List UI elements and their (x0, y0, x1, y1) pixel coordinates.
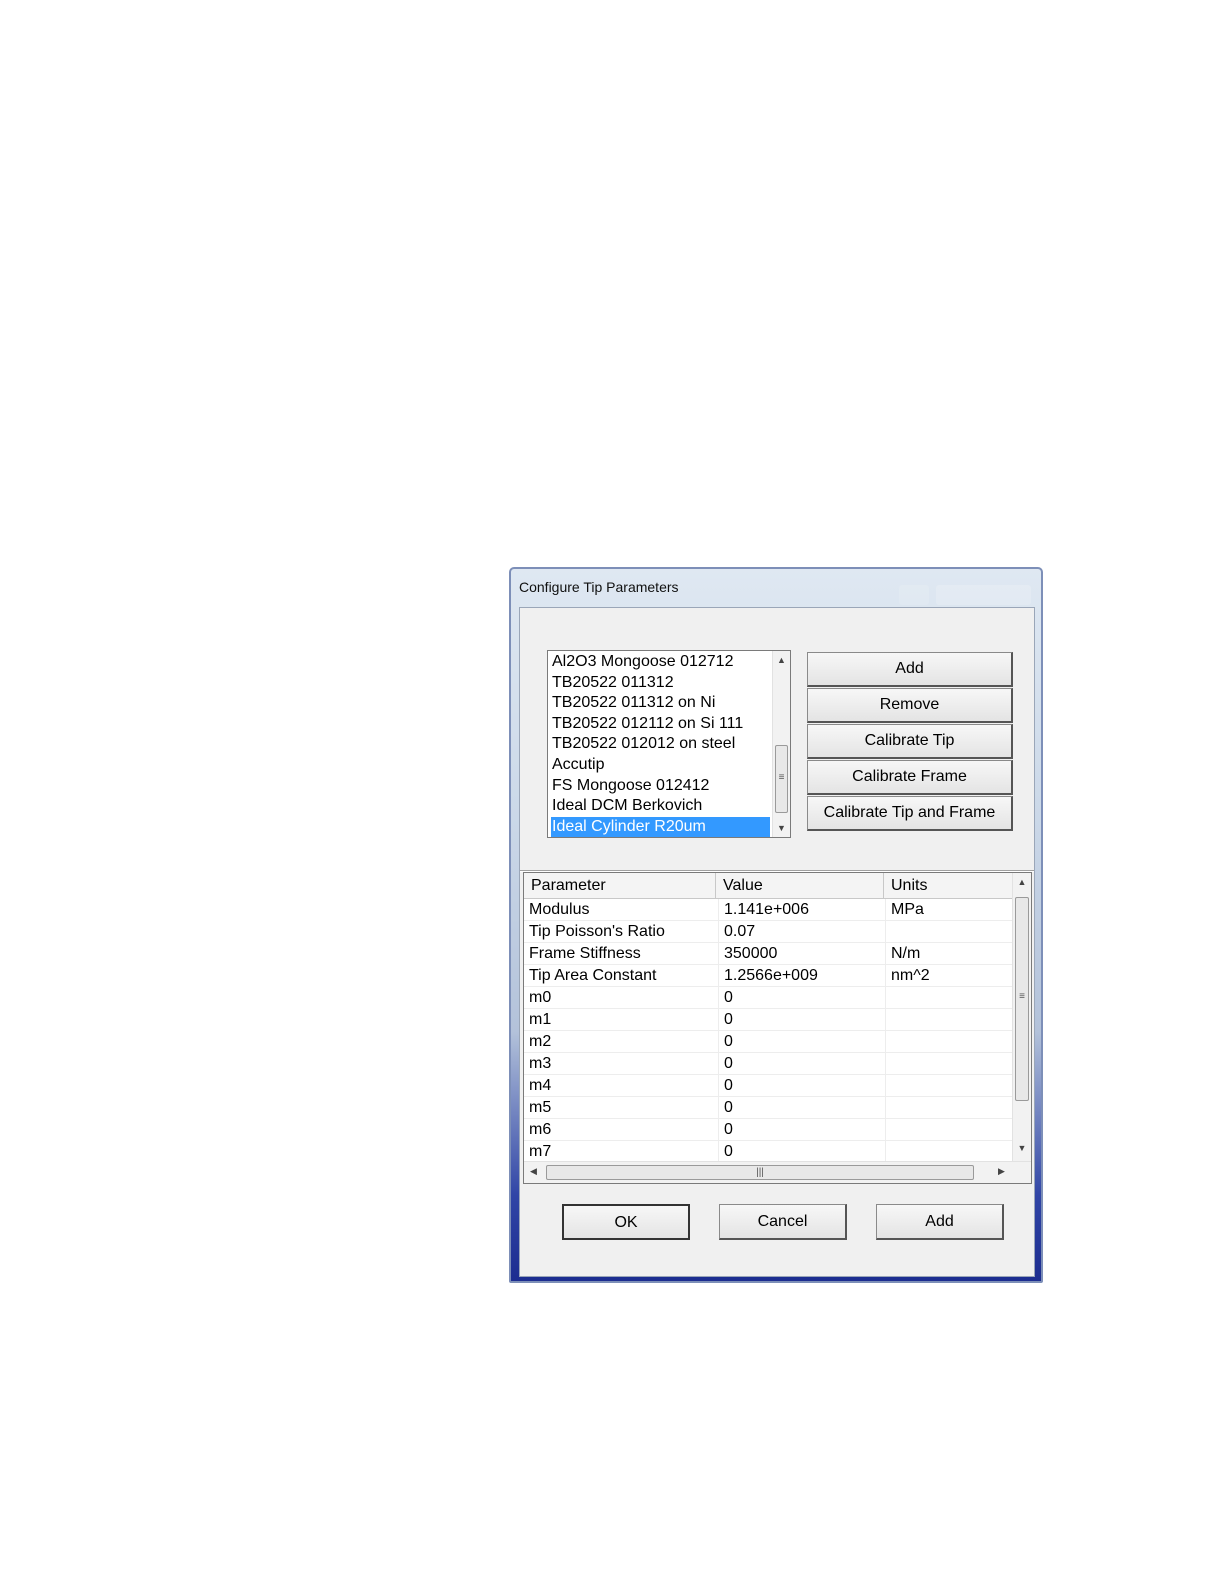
table-body: Modulus 1.141e+006 MPa Tip Poisson's Rat… (524, 899, 1013, 1161)
cell-parameter: Tip Poisson's Ratio (524, 921, 719, 942)
cell-value[interactable]: 0 (719, 987, 886, 1008)
scroll-thumb[interactable]: ≡ (1015, 897, 1029, 1101)
tip-list-scrollbar[interactable]: ▲ ≡ ▼ (772, 651, 790, 837)
grip-icon: ||| (756, 1167, 764, 1178)
table-row[interactable]: Tip Poisson's Ratio 0.07 (524, 921, 1013, 943)
cell-units: nm^2 (886, 965, 1013, 986)
cell-value[interactable]: 1.2566e+009 (719, 965, 886, 986)
grip-icon: ≡ (778, 772, 785, 783)
column-header-units[interactable]: Units (884, 873, 1013, 898)
window-title: Configure Tip Parameters (519, 579, 679, 595)
cell-value[interactable]: 0 (719, 1009, 886, 1030)
scroll-thumb[interactable]: ||| (546, 1165, 974, 1180)
cell-parameter: m2 (524, 1031, 719, 1052)
ok-button[interactable]: OK (562, 1204, 690, 1240)
tip-list-item[interactable]: TB20522 011312 (551, 673, 770, 694)
cell-value[interactable]: 0 (719, 1097, 886, 1118)
table-row[interactable]: m2 0 (524, 1031, 1013, 1053)
scroll-thumb[interactable]: ≡ (775, 745, 788, 813)
cell-units (886, 1097, 1013, 1118)
table-header: Parameter Value Units (524, 873, 1013, 899)
calibrate-tip-button[interactable]: Calibrate Tip (807, 724, 1013, 759)
cell-value[interactable]: 1.141e+006 (719, 899, 886, 920)
tip-list-item[interactable]: TB20522 012112 on Si 111 (551, 714, 770, 735)
minimize-button-ghost (899, 585, 929, 605)
table-row[interactable]: m7 0 (524, 1141, 1013, 1161)
scroll-left-arrow-icon[interactable]: ◀ (530, 1166, 537, 1177)
table-row[interactable]: Frame Stiffness 350000 N/m (524, 943, 1013, 965)
cell-parameter: m7 (524, 1141, 719, 1161)
cell-parameter: m6 (524, 1119, 719, 1140)
cell-value[interactable]: 0 (719, 1031, 886, 1052)
cell-parameter: m5 (524, 1097, 719, 1118)
table-row[interactable]: m3 0 (524, 1053, 1013, 1075)
table-horizontal-scrollbar[interactable]: ◀ ||| ▶ (524, 1161, 1031, 1183)
title-bar[interactable]: Configure Tip Parameters (511, 569, 1041, 607)
cell-parameter: Tip Area Constant (524, 965, 719, 986)
cell-value[interactable]: 350000 (719, 943, 886, 964)
tip-list-item[interactable]: TB20522 012012 on steel (551, 734, 770, 755)
table-row[interactable]: m0 0 (524, 987, 1013, 1009)
grip-icon: ≡ (1019, 991, 1025, 1002)
cell-units (886, 1119, 1013, 1140)
table-row[interactable]: m5 0 (524, 1097, 1013, 1119)
column-header-value[interactable]: Value (716, 873, 884, 898)
scroll-down-arrow-icon[interactable]: ▼ (773, 823, 790, 833)
calibrate-tip-and-frame-button[interactable]: Calibrate Tip and Frame (807, 796, 1013, 831)
configure-tip-dialog: Configure Tip Parameters Al2O3 Mongoose … (509, 567, 1043, 1283)
cell-units (886, 1075, 1013, 1096)
cell-value[interactable]: 0 (719, 1053, 886, 1074)
table-vertical-scrollbar[interactable]: ▲ ≡ ▼ (1012, 873, 1031, 1162)
tip-list-item[interactable]: TB20522 011312 on Ni (551, 693, 770, 714)
cell-units (886, 1009, 1013, 1030)
cell-parameter: Frame Stiffness (524, 943, 719, 964)
cell-value[interactable]: 0.07 (719, 921, 886, 942)
cancel-button[interactable]: Cancel (719, 1204, 847, 1240)
cell-value[interactable]: 0 (719, 1075, 886, 1096)
scroll-up-arrow-icon[interactable]: ▲ (773, 655, 790, 665)
table-row[interactable]: m1 0 (524, 1009, 1013, 1031)
cell-units (886, 921, 1013, 942)
remove-tip-button[interactable]: Remove (807, 688, 1013, 723)
cell-value[interactable]: 0 (719, 1141, 886, 1161)
tip-list-item-selected[interactable]: Ideal Cylinder R20um (551, 816, 770, 837)
table-row[interactable]: Modulus 1.141e+006 MPa (524, 899, 1013, 921)
dialog-client-area: Al2O3 Mongoose 012712 TB20522 011312 TB2… (519, 607, 1035, 1277)
cell-parameter: Modulus (524, 899, 719, 920)
scroll-down-arrow-icon[interactable]: ▼ (1013, 1143, 1031, 1153)
scroll-up-arrow-icon[interactable]: ▲ (1013, 877, 1031, 887)
table-row[interactable]: m6 0 (524, 1119, 1013, 1141)
close-button-ghost (936, 585, 1031, 605)
cell-units: MPa (886, 899, 1013, 920)
table-row[interactable]: m4 0 (524, 1075, 1013, 1097)
add-tip-button[interactable]: Add (807, 652, 1013, 687)
parameter-table[interactable]: Parameter Value Units Modulus 1.141e+006… (523, 872, 1032, 1184)
calibrate-frame-button[interactable]: Calibrate Frame (807, 760, 1013, 795)
cell-parameter: m0 (524, 987, 719, 1008)
cell-value[interactable]: 0 (719, 1119, 886, 1140)
cell-units: N/m (886, 943, 1013, 964)
scroll-right-arrow-icon[interactable]: ▶ (998, 1166, 1005, 1177)
add-button[interactable]: Add (876, 1204, 1004, 1240)
cell-units (886, 987, 1013, 1008)
tip-list[interactable]: Al2O3 Mongoose 012712 TB20522 011312 TB2… (547, 650, 791, 838)
tip-list-item[interactable]: FS Mongoose 012412 (551, 776, 770, 797)
cell-units (886, 1141, 1013, 1161)
cell-parameter: m3 (524, 1053, 719, 1074)
cell-units (886, 1031, 1013, 1052)
tip-list-item[interactable]: Al2O3 Mongoose 012712 (551, 652, 770, 673)
cell-parameter: m1 (524, 1009, 719, 1030)
column-header-parameter[interactable]: Parameter (524, 873, 716, 898)
tip-list-item[interactable]: Ideal DCM Berkovich (551, 796, 770, 817)
table-row[interactable]: Tip Area Constant 1.2566e+009 nm^2 (524, 965, 1013, 987)
tip-list-item[interactable]: Accutip (551, 755, 770, 776)
cell-units (886, 1053, 1013, 1074)
cell-parameter: m4 (524, 1075, 719, 1096)
